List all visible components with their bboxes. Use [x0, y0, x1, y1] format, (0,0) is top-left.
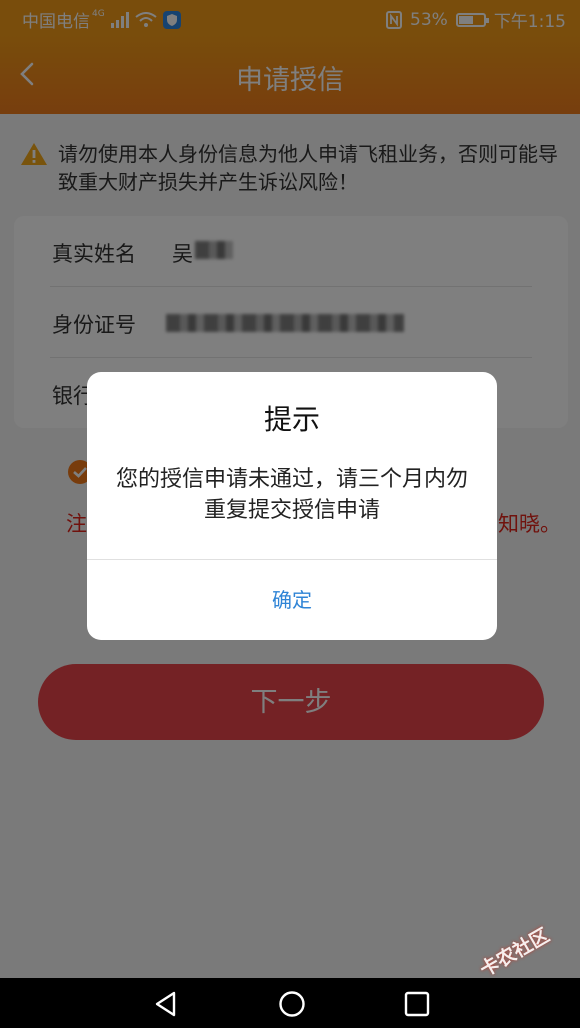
recent-apps-square-icon[interactable]	[403, 990, 431, 1018]
dialog-title: 提示	[263, 403, 320, 436]
dialog-message: 您的授信申请未通过，请三个月内勿重复提交授信申请	[115, 467, 468, 523]
alert-dialog: 提示 您的授信申请未通过，请三个月内勿重复提交授信申请 确定	[87, 372, 497, 640]
home-circle-icon[interactable]	[278, 990, 306, 1018]
back-triangle-icon[interactable]	[152, 990, 180, 1018]
system-nav-bar	[0, 978, 580, 1028]
confirm-button[interactable]: 确定	[87, 560, 497, 640]
app-screen: 中国电信 4G 53% 下午1:15	[0, 0, 580, 1028]
